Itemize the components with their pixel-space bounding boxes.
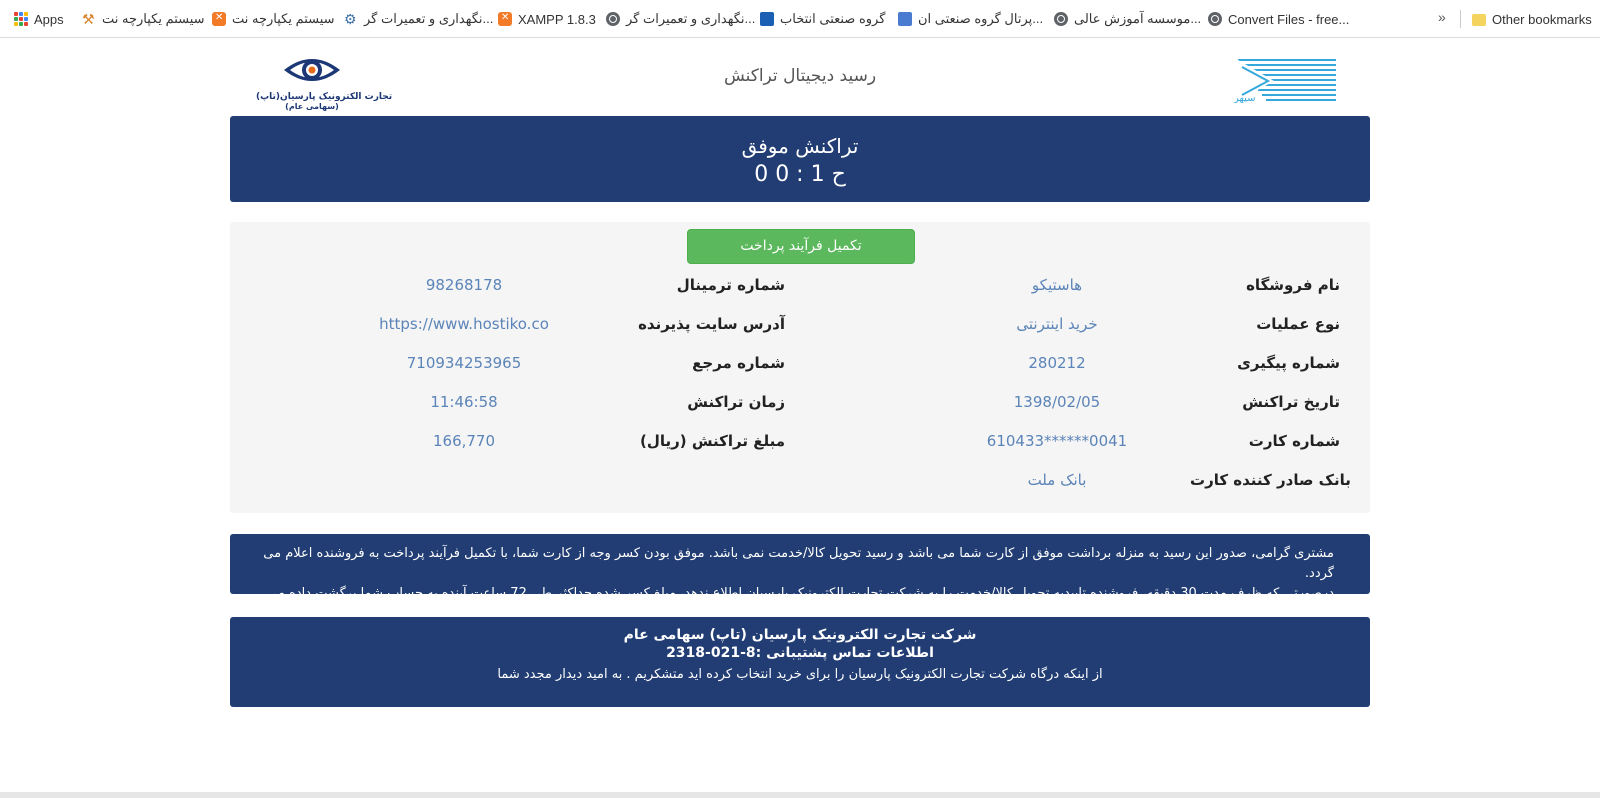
- operation-label: نوع عملیات: [1256, 315, 1340, 333]
- company-logo: تجارت الکترونیک پارسیان(تاپ) (سهامی عام): [256, 52, 393, 116]
- time-label: زمان تراکنش: [687, 393, 785, 411]
- company-eye-logo-icon: [284, 59, 340, 81]
- site-icon: [760, 12, 774, 26]
- globe-icon: [606, 12, 620, 26]
- bookmark-label: موسسه آموزش عالی...: [1074, 11, 1202, 26]
- bookmark-item[interactable]: گروه صنعتی انتخاب: [760, 9, 885, 29]
- amount-label: مبلغ تراکنش (ریال): [639, 432, 785, 450]
- footer-box: شرکت تجارت الکترونیک پارسیان (تاپ) سهامی…: [230, 617, 1370, 707]
- terminal-label: شماره ترمینال: [676, 276, 785, 294]
- merchant-value: هاستیکو: [1031, 276, 1083, 294]
- bookmark-apps[interactable]: Apps: [14, 9, 64, 29]
- reference-value: 710934253965: [406, 354, 522, 372]
- notice-line: مشتری گرامی، صدور این رسید به منزله بردا…: [263, 546, 1334, 581]
- xampp-icon: [498, 12, 512, 26]
- tracking-value: 280212: [1028, 354, 1086, 372]
- bookmark-item[interactable]: XAMPP 1.8.3: [498, 9, 596, 29]
- notice-box: مشتری گرامی، صدور این رسید به منزله بردا…: [230, 534, 1370, 621]
- tools-icon: ⚒: [82, 11, 95, 27]
- operation-value: خرید اینترنتی: [1016, 315, 1098, 333]
- apps-grid-icon: [14, 12, 28, 26]
- folder-icon: [1472, 14, 1486, 26]
- bookmark-label: Convert Files - free...: [1228, 11, 1350, 27]
- horizontal-scrollbar[interactable]: [0, 792, 1600, 798]
- company-name: تجارت الکترونیک پارسیان(تاپ): [256, 92, 393, 102]
- bookmark-other[interactable]: Other bookmarks: [1472, 9, 1592, 29]
- issuer-label: بانک صادر کننده کارت: [1190, 471, 1351, 489]
- bookmark-item[interactable]: نگهداری و تعمیرات گر...: [606, 9, 755, 29]
- amount-value: 166,770: [432, 432, 496, 450]
- bookmark-item[interactable]: Convert Files - free...: [1208, 9, 1349, 29]
- status-banner: تراکنش موفق 0 0 : 1 ح: [230, 116, 1370, 202]
- bookmark-item[interactable]: سیستم یکپارچه نت: [212, 9, 335, 29]
- gear-icon: ⚙: [344, 11, 357, 27]
- bookmark-label: Apps: [34, 11, 64, 27]
- reference-label: شماره مرجع: [692, 354, 785, 372]
- bookmark-label: نگهداری و تعمیرات گر...: [626, 11, 756, 26]
- bookmark-item[interactable]: موسسه آموزش عالی...: [1054, 9, 1201, 29]
- complete-payment-button[interactable]: تکمیل فرآیند پرداخت: [687, 229, 915, 264]
- globe-icon: [1208, 12, 1222, 26]
- divider: [1460, 10, 1461, 28]
- globe-icon: [1054, 12, 1068, 26]
- site-label: آدرس سایت پذیرنده: [638, 315, 785, 333]
- bookmark-label: XAMPP 1.8.3: [518, 11, 596, 27]
- footer-thanks: از اینکه درگاه شرکت تجارت الکترونیک پارس…: [497, 667, 1103, 682]
- site-icon: [898, 12, 912, 26]
- transaction-details-panel: تکمیل فرآیند پرداخت نام فروشگاه هاستیکو …: [230, 222, 1370, 513]
- bookmark-item[interactable]: ⚙ نگهداری و تعمیرات گر...: [344, 9, 493, 29]
- sepehr-logo-icon: سپهر: [1233, 59, 1336, 104]
- bookmark-label: سیستم یکپارچه نت: [102, 11, 205, 26]
- bookmark-item[interactable]: ⚒ سیستم یکپارچه نت: [82, 9, 205, 29]
- footer-support: اطلاعات تماس پشتیبانی :8-021-2318: [666, 645, 934, 661]
- bookmark-label: Other bookmarks: [1492, 11, 1592, 27]
- tracking-label: شماره پیگیری: [1237, 354, 1340, 372]
- footer-company: شرکت تجارت الکترونیک پارسیان (تاپ) سهامی…: [623, 627, 977, 643]
- card-value: 610433******0041: [986, 432, 1128, 450]
- company-type: (سهامی عام): [285, 102, 339, 111]
- issuer-value: بانک ملت: [1027, 471, 1087, 489]
- time-value: 11:46:58: [430, 393, 498, 411]
- date-value: 1398/02/05: [1013, 393, 1101, 411]
- page-title: رسید دیجیتال تراکنش: [723, 66, 877, 86]
- site-value[interactable]: https://www.hostiko.co: [354, 315, 574, 337]
- bookmark-label: سیستم یکپارچه نت: [232, 11, 335, 26]
- bookmark-label: پرتال گروه صنعتی ان...: [918, 11, 1044, 26]
- countdown-timer: 0 0 : 1 ح: [754, 162, 846, 187]
- card-label: شماره کارت: [1248, 432, 1340, 450]
- status-title: تراکنش موفق: [741, 134, 859, 158]
- bookmarks-bar: Apps ⚒ سیستم یکپارچه نت سیستم یکپارچه نت…: [0, 0, 1600, 38]
- bookmark-label: نگهداری و تعمیرات گر...: [364, 11, 494, 26]
- terminal-value: 98268178: [425, 276, 503, 294]
- date-label: تاریخ تراکنش: [1242, 393, 1340, 411]
- svg-text:سپهر: سپهر: [1233, 93, 1256, 103]
- bookmark-label: گروه صنعتی انتخاب: [780, 11, 886, 26]
- bookmark-item[interactable]: پرتال گروه صنعتی ان...: [898, 9, 1043, 29]
- merchant-label: نام فروشگاه: [1246, 276, 1340, 294]
- chevron-more-icon[interactable]: »: [1438, 9, 1446, 25]
- bank-logo: سپهر: [1228, 57, 1336, 104]
- xampp-icon: [212, 12, 226, 26]
